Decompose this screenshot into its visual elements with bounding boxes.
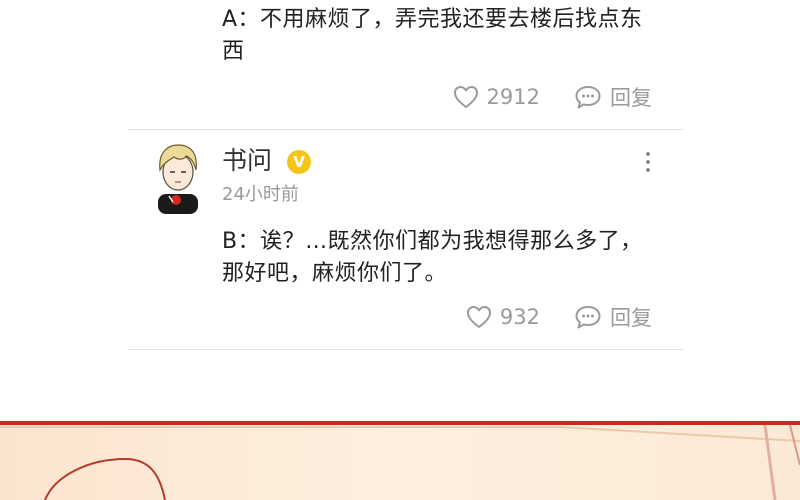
comment-text-b: B：诶？…既然你们都为我想得那么多了，那好吧，麻烦你们了。 bbox=[222, 229, 643, 286]
like-count: 2912 bbox=[486, 85, 540, 109]
comment-text-a: A：不用麻烦了，弄完我还要去楼后找点东西 bbox=[222, 7, 643, 64]
timestamp: 24小时前 bbox=[222, 184, 299, 205]
avatar[interactable] bbox=[148, 142, 208, 214]
comment-bubble-icon bbox=[575, 306, 601, 329]
verified-badge: V bbox=[287, 150, 311, 174]
comment-bubble-icon bbox=[575, 86, 601, 109]
comment-thread-panel: A：不用麻烦了，弄完我还要去楼后找点东西 2912 回复 书问 V 24小时前 … bbox=[0, 0, 800, 500]
like-count: 932 bbox=[499, 305, 540, 329]
like-button[interactable]: 932 bbox=[466, 305, 540, 329]
more-options-icon[interactable] bbox=[640, 148, 656, 176]
username[interactable]: 书问 bbox=[222, 144, 272, 178]
like-button[interactable]: 2912 bbox=[453, 85, 540, 109]
reply-button[interactable]: 回复 bbox=[574, 302, 652, 332]
reply-button[interactable]: 回复 bbox=[574, 82, 652, 112]
heart-icon bbox=[466, 306, 491, 328]
divider bbox=[128, 129, 684, 130]
heart-icon bbox=[453, 86, 478, 108]
comic-panel-illustration bbox=[0, 421, 800, 500]
comment-actions-b: 932 回复 bbox=[466, 302, 652, 332]
comment-actions-a: 2912 回复 bbox=[453, 82, 652, 112]
reply-label: 回复 bbox=[610, 86, 652, 110]
divider bbox=[128, 349, 684, 350]
reply-label: 回复 bbox=[610, 306, 652, 330]
